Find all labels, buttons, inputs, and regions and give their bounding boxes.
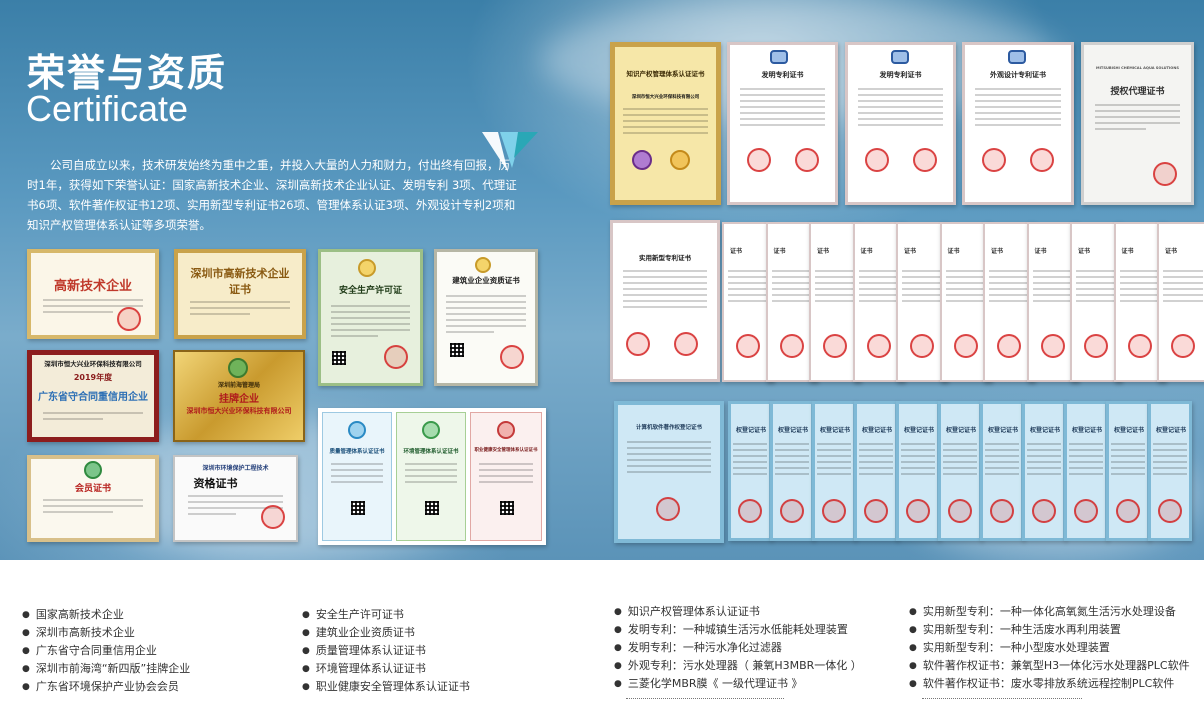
cert-title: 权登记证书 xyxy=(1030,427,1061,434)
cert-jianzhu: 建筑业企业资质证书 xyxy=(434,249,538,386)
cert-huiyuan: 会员证书 xyxy=(27,455,159,542)
cert-title: 权登记证书 xyxy=(946,427,977,434)
cert-title: 实用新型专利证书 xyxy=(639,254,691,262)
cert-company: 深圳市恒大兴业环保科技有限公司 xyxy=(44,360,142,368)
cert-title: 发明专利证书 xyxy=(761,71,804,79)
cert-iso-group: 质量管理体系认证证书 环境管理体系认证证书 职业健康安全管理体系认证证书 xyxy=(318,408,546,545)
cert-item: 权登记证书 xyxy=(854,401,898,541)
cert-iso-ohs: 职业健康安全管理体系认证证书 xyxy=(470,412,542,541)
cert-item: 权登记证书 xyxy=(1148,401,1192,541)
cert-item: 权登记证书 xyxy=(728,401,772,541)
cert-title: 知识产权管理体系认证证书 xyxy=(626,70,705,78)
cert-title: 会员证书 xyxy=(74,484,111,494)
honor-list-item: 广东省环境保护产业协会会员 xyxy=(22,678,190,696)
honor-list-item: 职业健康安全管理体系认证证书 xyxy=(302,678,470,696)
honor-list-item: 安全生产许可证书 xyxy=(302,606,470,624)
honor-list-item: 发明专利：一种污水净化过滤器 xyxy=(614,639,862,657)
cert-title: 质量管理体系认证证书 xyxy=(329,449,385,455)
cert-title: 挂牌企业 xyxy=(219,394,259,405)
cert-title: 权登记证书 xyxy=(736,427,767,434)
cert-item: 权登记证书 xyxy=(896,401,940,541)
cert-shouxin: 深圳市恒大兴业环保科技有限公司 2019年度 广东省守合同重信用企业 xyxy=(27,350,159,442)
cert-org: 深圳市环境保护工程技术 xyxy=(202,465,269,472)
honor-list-item: 软件著作权证书：废水零排放系统远程控制PLC软件 xyxy=(909,675,1190,693)
honor-list-2: 安全生产许可证书建筑业企业资质证书质量管理体系认证证书环境管理体系认证证书职业健… xyxy=(302,606,470,696)
cert-mitsubishi: MITSUBISHI CHEMICAL AQUA SOLUTIONS 授权代理证… xyxy=(1081,42,1194,205)
page-subtitle: Certificate xyxy=(26,88,189,129)
cert-gaoxin: 高新技术企业 xyxy=(27,249,159,339)
cert-design-patent: 外观设计专利证书 xyxy=(962,42,1074,205)
cert-title: 权登记证书 xyxy=(778,427,809,434)
cert-title: 高新技术企业 xyxy=(53,279,132,294)
cert-title: 授权代理证书 xyxy=(1110,87,1165,97)
cert-org: 深圳前海管理局 xyxy=(217,382,260,389)
honor-list-3: 知识产权管理体系认证证书发明专利：一种城镇生活污水低能耗处理装置发明专利：一种污… xyxy=(614,603,862,693)
cert-item: 权登记证书 xyxy=(980,401,1024,541)
cert-title: 计算机软件著作权登记证书 xyxy=(635,425,702,431)
cert-title: 权登记证书 xyxy=(820,427,851,434)
honor-list-item: 深圳市前海湾“新四版”挂牌企业 xyxy=(22,660,190,678)
honor-list-item: 建筑业企业资质证书 xyxy=(302,624,470,642)
cert-title: 深圳市高新技术企业 xyxy=(190,267,290,280)
cert-title: 权登记证书 xyxy=(862,427,893,434)
cert-shenzhen-gaoxin: 深圳市高新技术企业 证书 xyxy=(174,249,306,339)
cert-item: 权登记证书 xyxy=(1106,401,1150,541)
cert-title: 证书 xyxy=(1165,248,1178,255)
cert-year: 2019年度 xyxy=(73,373,113,382)
dotted-divider xyxy=(626,698,784,699)
honor-list-item: 实用新型专利：一种生活废水再利用装置 xyxy=(909,621,1190,639)
cert-utility-first: 实用新型专利证书 xyxy=(610,220,720,382)
cert-item: 权登记证书 xyxy=(770,401,814,541)
cert-title: 发明专利证书 xyxy=(879,71,922,79)
honor-list-item: 外观专利：污水处理器（ 兼氧H3MBR一体化 ） xyxy=(614,657,862,675)
honor-list-item: 质量管理体系认证证书 xyxy=(302,642,470,660)
cert-title: 外观设计专利证书 xyxy=(990,71,1046,79)
cert-subtitle: 证书 xyxy=(229,283,251,296)
honor-list-item: 三菱化学MBR膜《 一级代理证书 》 xyxy=(614,675,862,693)
honor-list-item: 国家高新技术企业 xyxy=(22,606,190,624)
cert-company: 深圳市恒大兴业环保科技有限公司 xyxy=(631,95,700,100)
cert-item: 权登记证书 xyxy=(938,401,982,541)
honor-list-item: 深圳市高新技术企业 xyxy=(22,624,190,642)
cert-item: 权登记证书 xyxy=(812,401,856,541)
honor-list-item: 环境管理体系认证证书 xyxy=(302,660,470,678)
cert-title: 职业健康安全管理体系认证证书 xyxy=(474,448,538,453)
cert-title: 权登记证书 xyxy=(1072,427,1103,434)
honor-list-item: 发明专利：一种城镇生活污水低能耗处理装置 xyxy=(614,621,862,639)
cert-item: 权登记证书 xyxy=(1064,401,1108,541)
certificate-banner: 荣誉与资质 Certificate 公司自成立以来，技术研发始终为重中之重，并投… xyxy=(0,0,1204,560)
cert-title: 权登记证书 xyxy=(988,427,1019,434)
dotted-divider xyxy=(922,698,1082,699)
honor-list-item: 广东省守合同重信用企业 xyxy=(22,642,190,660)
honor-list-item: 实用新型专利：一种一体化高氧氮生活污水处理设备 xyxy=(909,603,1190,621)
honor-list-4: 实用新型专利：一种一体化高氧氮生活污水处理设备实用新型专利：一种生活废水再利用装… xyxy=(909,603,1190,693)
cert-title: 广东省守合同重信用企业 xyxy=(38,392,148,403)
cert-title: 权登记证书 xyxy=(904,427,935,434)
cert-title: 权登记证书 xyxy=(1156,427,1187,434)
cert-anquan: 安全生产许可证 xyxy=(318,249,423,386)
honor-list-1: 国家高新技术企业深圳市高新技术企业广东省守合同重信用企业深圳市前海湾“新四版”挂… xyxy=(22,606,190,696)
cert-iso-quality: 质量管理体系认证证书 xyxy=(322,412,392,541)
honor-list-item: 软件著作权证书：兼氧型H3一体化污水处理器PLC软件 xyxy=(909,657,1190,675)
cert-zige: 深圳市环境保护工程技术 资格证书 xyxy=(173,455,298,542)
cert-company: 深圳市恒大兴业环保科技有限公司 xyxy=(186,407,292,415)
cert-software-first: 计算机软件著作权登记证书 xyxy=(614,401,724,543)
honor-list-item: 实用新型专利：一种小型废水处理装置 xyxy=(909,639,1190,657)
honor-list-section: 国家高新技术企业深圳市高新技术企业广东省守合同重信用企业深圳市前海湾“新四版”挂… xyxy=(0,560,1204,701)
cert-item: 权登记证书 xyxy=(1022,401,1066,541)
cert-iso-environment: 环境管理体系认证证书 xyxy=(396,412,466,541)
cert-title: 权登记证书 xyxy=(1114,427,1145,434)
cert-item: 证书 xyxy=(1157,222,1204,382)
cert-guapai: 深圳前海管理局 挂牌企业 深圳市恒大兴业环保科技有限公司 xyxy=(173,350,305,442)
cert-ipm: 知识产权管理体系认证证书 深圳市恒大兴业环保科技有限公司 xyxy=(610,42,721,205)
intro-text: 公司自成立以来，技术研发始终为重中之重，并投入大量的人力和财力，付出终有回报，历… xyxy=(27,158,517,232)
cert-title: 环境管理体系认证证书 xyxy=(403,449,459,455)
cert-title: 资格证书 xyxy=(193,477,238,490)
cert-patent-2: 发明专利证书 xyxy=(845,42,956,205)
cert-brand: MITSUBISHI CHEMICAL AQUA SOLUTIONS xyxy=(1096,66,1179,70)
cert-title: 安全生产许可证 xyxy=(338,286,402,296)
cert-title: 建筑业企业资质证书 xyxy=(452,276,520,285)
cert-patent-1: 发明专利证书 xyxy=(727,42,838,205)
honor-list-item: 知识产权管理体系认证证书 xyxy=(614,603,862,621)
